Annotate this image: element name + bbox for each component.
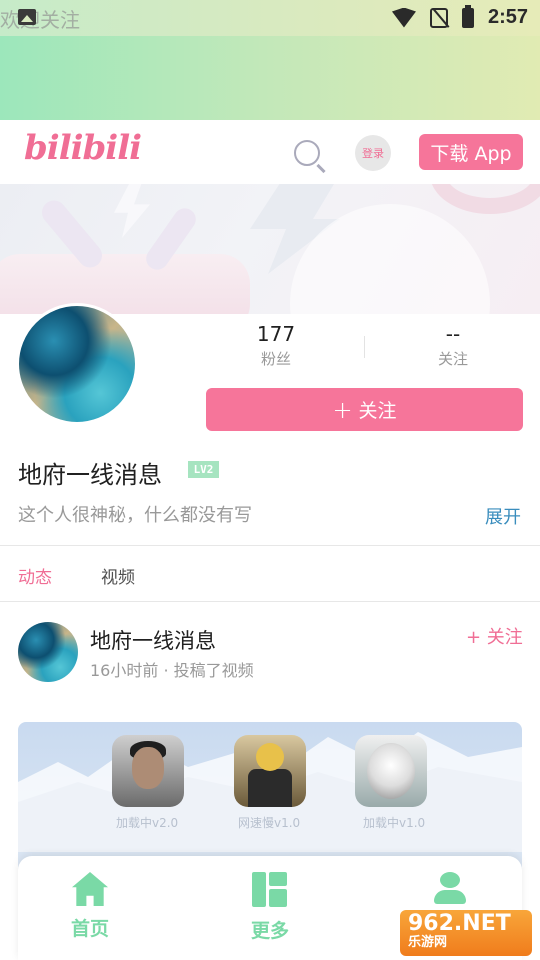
stat-divider [364, 336, 365, 358]
post-follow-button[interactable]: + 关注 [466, 623, 523, 649]
fans-count: 177 [256, 322, 296, 346]
profile-tabs: 动态 视频 [0, 546, 540, 601]
battery-icon [461, 4, 474, 28]
profile-banner [0, 184, 540, 314]
thumbnail-caption: 网速慢v1.0 [238, 816, 301, 830]
following-stat[interactable]: -- 关注 [383, 322, 523, 369]
divider [0, 601, 540, 602]
tab-dynamic[interactable]: 动态 [18, 563, 52, 588]
person-icon [432, 872, 468, 906]
fans-stat[interactable]: 177 粉丝 [206, 322, 346, 369]
nav-home[interactable]: 首页 [40, 872, 140, 941]
top-banner-band [0, 36, 540, 120]
post-meta: 16小时前 · 投稿了视频 [90, 661, 254, 680]
grid-icon [252, 872, 288, 908]
header: bilibili 登录 下载 App [0, 120, 540, 184]
status-time: 2:57 [487, 6, 528, 28]
bio: 这个人很神秘，什么都没有写 [18, 505, 252, 526]
no-sim-icon [429, 7, 448, 28]
post-author[interactable]: 地府一线消息 [90, 625, 216, 655]
following-label: 关注 [437, 350, 468, 368]
nav-home-label: 首页 [70, 918, 109, 940]
status-bar: 欢迎关注 2:57 [0, 0, 540, 36]
thumbnail-caption: 加载中v2.0 [116, 816, 179, 830]
level-badge: LV2 [188, 461, 219, 478]
download-app-button[interactable]: 下载 App [419, 134, 523, 170]
nav-profile[interactable] [400, 872, 500, 914]
bilibili-logo[interactable]: bilibili [24, 128, 142, 168]
site-watermark: 962.NET 乐游网 [400, 910, 532, 956]
post-avatar[interactable] [18, 622, 78, 682]
follow-button[interactable]: + 关注 [206, 388, 523, 431]
login-button[interactable]: 登录 [355, 135, 391, 171]
lightning-icon [114, 184, 150, 238]
watermark-subtext: 乐游网 [408, 935, 448, 950]
status-title: 欢迎关注 [0, 8, 80, 32]
nav-more[interactable]: 更多 [220, 872, 320, 943]
plus-icon: + [332, 395, 353, 424]
search-icon[interactable] [294, 140, 320, 166]
username: 地府一线消息 [18, 461, 162, 489]
tab-video[interactable]: 视频 [101, 563, 135, 588]
fans-label: 粉丝 [260, 350, 291, 368]
avatar[interactable] [16, 303, 138, 425]
following-count: -- [445, 322, 461, 346]
follow-button-label: 关注 [358, 400, 397, 422]
profile-stats: 177 粉丝 -- 关注 [206, 322, 523, 372]
expand-link[interactable]: 展开 [485, 503, 521, 529]
home-icon [72, 872, 108, 906]
video-thumbnail [355, 735, 427, 807]
status-indicators: 2:57 [391, 4, 528, 29]
wifi-icon [391, 7, 416, 28]
watermark-text: 962.NET [408, 911, 511, 936]
image-notification-icon [18, 9, 36, 25]
nav-more-label: 更多 [250, 920, 289, 942]
thumbnail-caption: 加载中v1.0 [363, 816, 426, 830]
video-thumbnail [112, 735, 184, 807]
video-thumbnail [234, 735, 306, 807]
